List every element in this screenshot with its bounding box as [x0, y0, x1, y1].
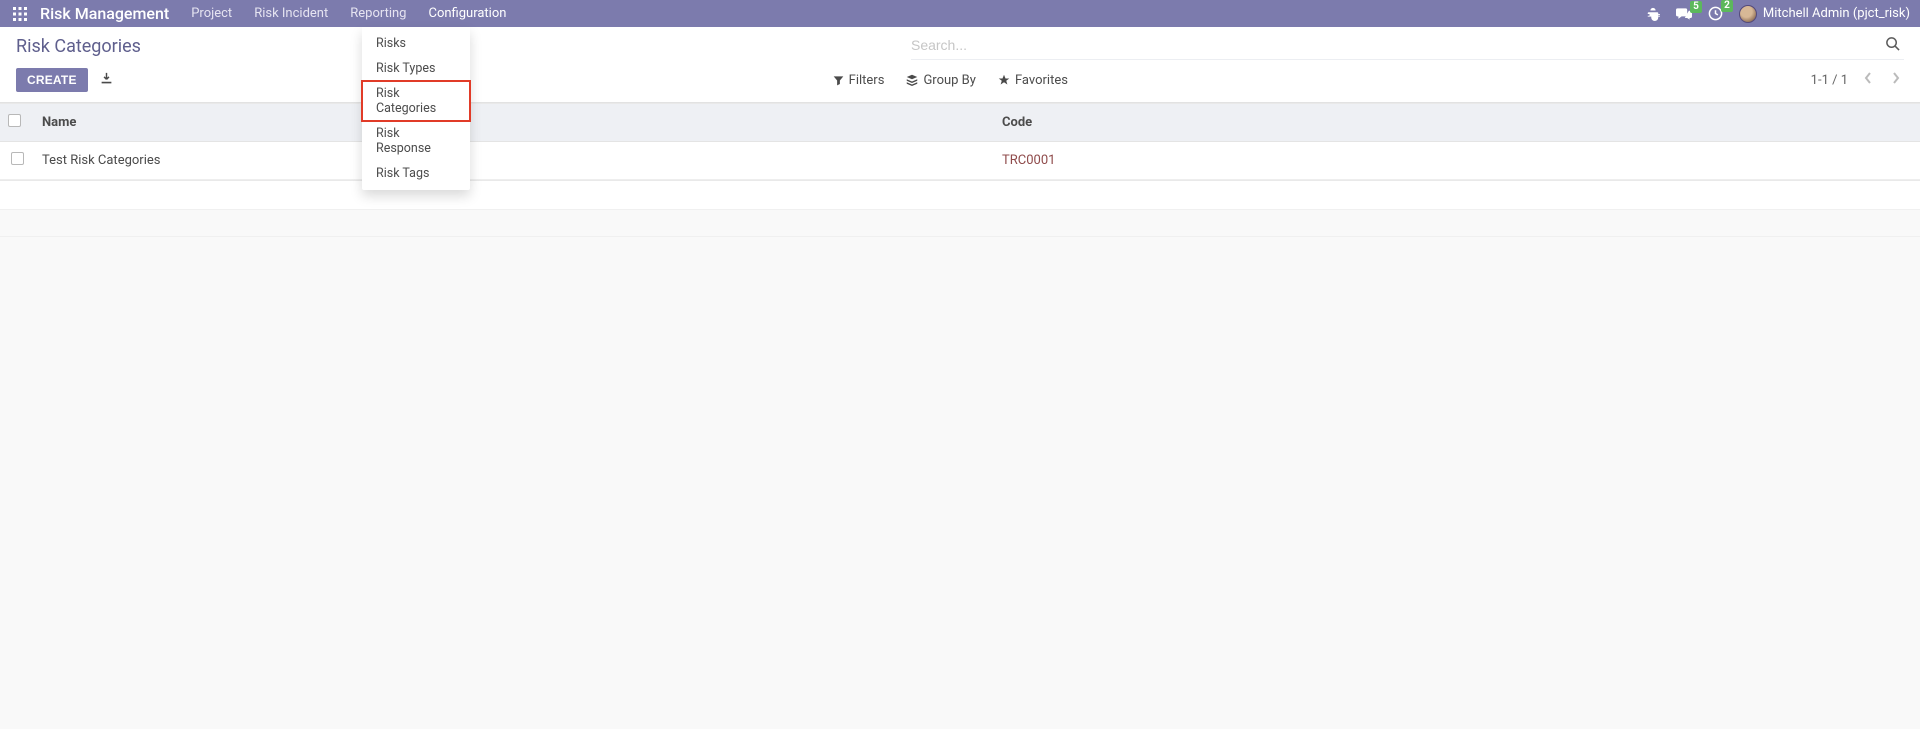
bug-icon[interactable] [1646, 7, 1660, 21]
messages-icon[interactable]: 5 [1676, 7, 1692, 21]
pager-prev-icon[interactable] [1860, 72, 1876, 88]
nav-reporting[interactable]: Reporting [350, 0, 406, 27]
dropdown-item-risk-categories[interactable]: Risk Categories [362, 81, 470, 121]
favorites-button[interactable]: Favorites [998, 73, 1068, 88]
pager-next-icon[interactable] [1888, 72, 1904, 88]
favorites-label: Favorites [1015, 73, 1068, 88]
filters-label: Filters [849, 73, 885, 88]
avatar [1739, 5, 1757, 23]
search-icon[interactable] [1881, 36, 1904, 55]
column-header-name[interactable]: Name [34, 104, 994, 142]
module-brand[interactable]: Risk Management [40, 4, 169, 23]
pager-text: 1-1 / 1 [1811, 73, 1848, 88]
cell-code: TRC0001 [1002, 153, 1055, 168]
top-navbar: Risk Management Project Risk Incident Re… [0, 0, 1920, 27]
table-row[interactable]: Test Risk Categories TRC0001 [0, 142, 1920, 180]
funnel-icon [833, 75, 844, 86]
cell-name: Test Risk Categories [34, 142, 994, 180]
apps-icon[interactable] [10, 0, 30, 27]
dropdown-item-risks[interactable]: Risks [362, 31, 470, 56]
row-checkbox[interactable] [11, 152, 24, 165]
download-icon[interactable] [100, 72, 113, 89]
user-menu[interactable]: Mitchell Admin (pjct_risk) [1739, 5, 1910, 23]
user-label: Mitchell Admin (pjct_risk) [1763, 6, 1910, 21]
column-header-code[interactable]: Code [994, 104, 1920, 142]
nav-project[interactable]: Project [191, 0, 232, 27]
dropdown-item-risk-tags[interactable]: Risk Tags [362, 161, 470, 186]
configuration-dropdown: Risks Risk Types Risk Categories Risk Re… [362, 27, 470, 190]
records-table: Name Code Test Risk Categories TRC0001 [0, 104, 1920, 180]
groupby-label: Group By [923, 73, 976, 88]
nav-configuration[interactable]: Configuration [428, 0, 506, 27]
activities-badge: 2 [1721, 0, 1733, 12]
activities-icon[interactable]: 2 [1708, 6, 1723, 21]
search-input[interactable] [911, 33, 1881, 57]
messages-badge: 5 [1690, 1, 1702, 13]
filters-button[interactable]: Filters [833, 73, 885, 88]
control-panel: Risk Categories CREATE Filters Gr [0, 27, 1920, 103]
dropdown-item-risk-response[interactable]: Risk Response [362, 121, 470, 161]
star-icon [998, 74, 1010, 86]
select-all-checkbox[interactable] [8, 114, 21, 127]
list-view: Name Code Test Risk Categories TRC0001 [0, 103, 1920, 181]
page-title: Risk Categories [16, 36, 141, 57]
topnav-right: 5 2 Mitchell Admin (pjct_risk) [1646, 5, 1910, 23]
layers-icon [906, 74, 918, 86]
nav-risk-incident[interactable]: Risk Incident [254, 0, 328, 27]
dropdown-item-risk-types[interactable]: Risk Types [362, 56, 470, 81]
create-button[interactable]: CREATE [16, 68, 88, 92]
groupby-button[interactable]: Group By [906, 73, 976, 88]
